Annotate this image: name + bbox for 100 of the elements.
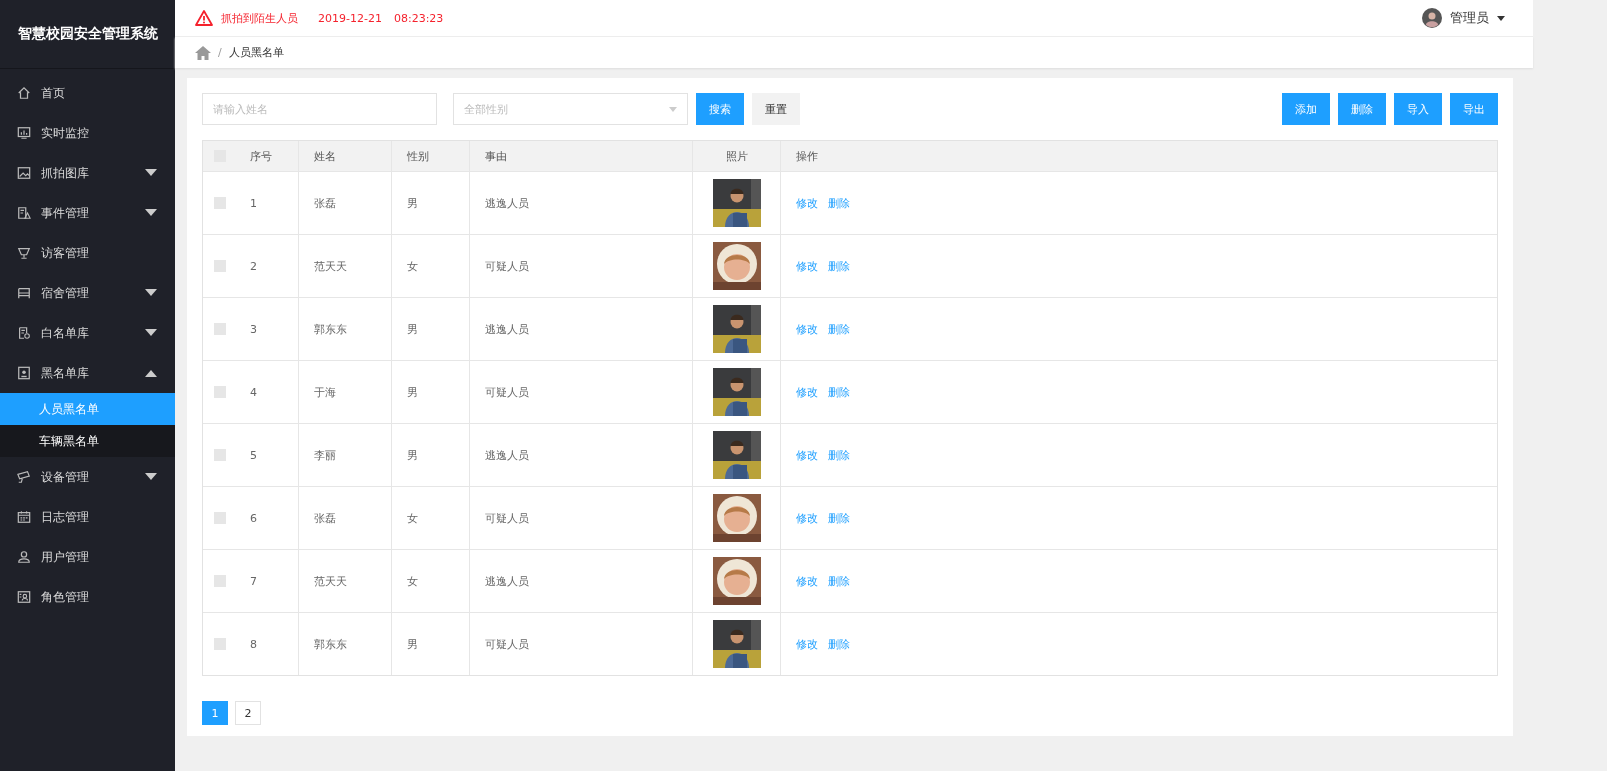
menu-item[interactable]: 宿舍管理 — [0, 273, 175, 313]
checkbox[interactable] — [214, 197, 226, 209]
menu-item[interactable]: 访客管理 — [0, 233, 175, 273]
column-header: 性别 — [391, 141, 469, 171]
checkbox[interactable] — [214, 638, 226, 650]
user-name[interactable]: 管理员 — [1450, 9, 1489, 27]
table-cell: 男 — [391, 361, 469, 423]
checkbox[interactable] — [214, 386, 226, 398]
column-header: 姓名 — [298, 141, 391, 171]
row-action-link[interactable]: 删除 — [828, 510, 850, 526]
column-header: 事由 — [469, 141, 692, 171]
table-cell: 可疑人员 — [469, 487, 692, 549]
search-button[interactable]: 搜索 — [696, 93, 744, 125]
table-cell: 逃逸人员 — [469, 424, 692, 486]
row-action-link[interactable]: 修改 — [796, 510, 818, 526]
checkbox[interactable] — [214, 323, 226, 335]
table-cell: 女 — [391, 235, 469, 297]
row-action-link[interactable]: 删除 — [828, 447, 850, 463]
action-button[interactable]: 添加 — [1282, 93, 1330, 125]
row-action-link[interactable]: 修改 — [796, 195, 818, 211]
table-cell: 于海 — [298, 361, 391, 423]
user-icon — [17, 550, 31, 564]
checkbox[interactable] — [214, 575, 226, 587]
table-cell: 男 — [391, 613, 469, 675]
id-card-icon — [17, 366, 31, 380]
table-cell-text: 5 — [249, 447, 258, 464]
page-button[interactable]: 1 — [202, 701, 228, 725]
table-cell: 可疑人员 — [469, 613, 692, 675]
menu-item[interactable]: 黑名单库 — [0, 353, 175, 393]
column-header: 操作 — [780, 141, 1497, 171]
home-icon[interactable] — [195, 45, 211, 60]
menu-item[interactable]: 首页 — [0, 73, 175, 113]
calendar-icon — [17, 510, 31, 524]
page-button[interactable]: 2 — [235, 701, 261, 725]
table-cell-text: 1 — [249, 195, 258, 212]
checkbox[interactable] — [214, 512, 226, 524]
table-cell: 女 — [391, 550, 469, 612]
row-action-link[interactable]: 删除 — [828, 195, 850, 211]
table-cell-text: 3 — [249, 321, 258, 338]
table-cell: 男 — [391, 172, 469, 234]
table-cell: 可疑人员 — [469, 361, 692, 423]
name-field[interactable]: 请输入姓名 — [202, 93, 437, 125]
action-button[interactable]: 导出 — [1450, 93, 1498, 125]
menu-item[interactable]: 用户管理 — [0, 537, 175, 577]
menu-item[interactable]: 抓拍图库 — [0, 153, 175, 193]
action-button[interactable]: 导入 — [1394, 93, 1442, 125]
cup-icon — [17, 246, 31, 260]
submenu-item[interactable]: 车辆黑名单 — [0, 425, 175, 457]
table-cell: 男 — [391, 298, 469, 360]
table-cell: 逃逸人员 — [469, 550, 692, 612]
action-button[interactable]: 删除 — [1338, 93, 1386, 125]
row-action-link[interactable]: 修改 — [796, 573, 818, 589]
table-cell-text: 8 — [249, 636, 258, 653]
row-action-link[interactable]: 修改 — [796, 321, 818, 337]
table-cell-text: 7 — [249, 573, 258, 590]
warning-icon — [195, 10, 213, 26]
menu-item[interactable]: 实时监控 — [0, 113, 175, 153]
table-cell-text: 6 — [249, 510, 258, 527]
alert-date: 2019-12-21 — [318, 11, 382, 25]
reset-button[interactable]: 重置 — [752, 93, 800, 125]
row-action-link[interactable]: 删除 — [828, 321, 850, 337]
row-action-link[interactable]: 删除 — [828, 258, 850, 274]
table-cell: 范天天 — [298, 550, 391, 612]
submenu-item[interactable]: 人员黑名单 — [0, 393, 175, 425]
table-cell: 李丽 — [298, 424, 391, 486]
image-icon — [17, 166, 31, 180]
table-cell: 张磊 — [298, 487, 391, 549]
table-cell-text: 2 — [249, 258, 258, 275]
bed-icon — [17, 286, 31, 300]
table-cell: 男 — [391, 424, 469, 486]
row-action-link[interactable]: 删除 — [828, 636, 850, 652]
row-action-link[interactable]: 修改 — [796, 384, 818, 400]
table-cell: 女 — [391, 487, 469, 549]
checkbox[interactable] — [214, 449, 226, 461]
id-card-icon — [17, 590, 31, 604]
row-action-link[interactable]: 删除 — [828, 573, 850, 589]
menu-item[interactable]: 日志管理 — [0, 497, 175, 537]
column-header: 序号 — [249, 148, 273, 165]
menu-item[interactable]: 角色管理 — [0, 577, 175, 617]
table-cell: 逃逸人员 — [469, 172, 692, 234]
table-cell: 逃逸人员 — [469, 298, 692, 360]
alert-message[interactable]: 抓拍到陌生人员 — [221, 10, 298, 26]
menu-item[interactable]: 白名单库 — [0, 313, 175, 353]
menu-item[interactable]: 设备管理 — [0, 457, 175, 497]
camera-icon — [17, 470, 31, 484]
menu-item[interactable]: 事件管理 — [0, 193, 175, 233]
home-icon — [17, 86, 31, 100]
caret-icon[interactable] — [1497, 15, 1505, 21]
table-cell: 可疑人员 — [469, 235, 692, 297]
column-header: 照片 — [692, 141, 780, 171]
checkbox[interactable] — [214, 260, 226, 272]
alert-time: 08:23:23 — [393, 11, 444, 25]
row-action-link[interactable]: 删除 — [828, 384, 850, 400]
caret-icon — [669, 106, 677, 112]
row-action-link[interactable]: 修改 — [796, 447, 818, 463]
row-action-link[interactable]: 修改 — [796, 636, 818, 652]
avatar[interactable] — [1422, 8, 1442, 28]
monitor-icon — [17, 126, 31, 140]
breadcrumb-separator: / — [218, 46, 222, 59]
row-action-link[interactable]: 修改 — [796, 258, 818, 274]
